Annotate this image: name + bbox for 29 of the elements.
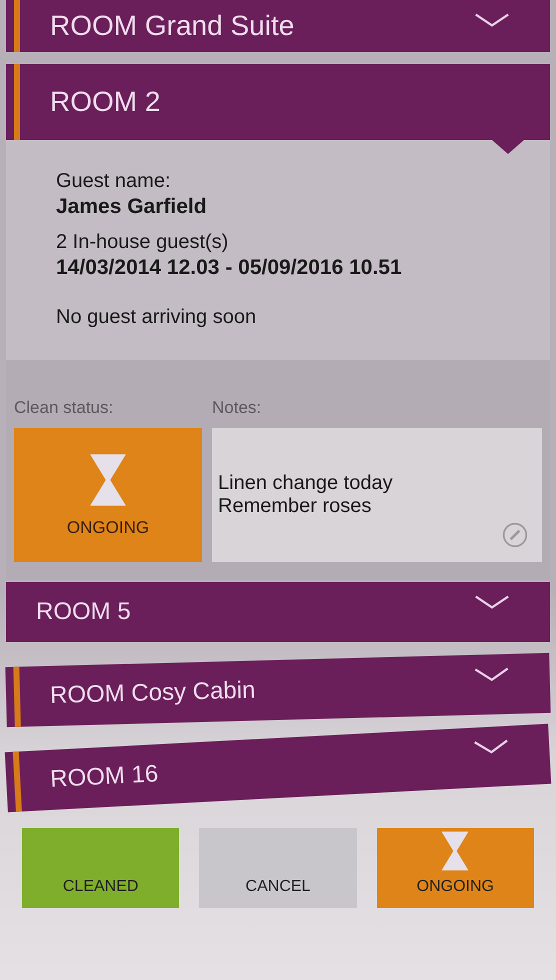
edit-icon[interactable]	[502, 522, 528, 548]
arrival-info: No guest arriving soon	[56, 306, 258, 329]
guest-name: James Garfield	[56, 195, 208, 219]
action-button[interactable]: CLEANED	[22, 828, 180, 908]
chevron-down-icon	[474, 594, 510, 610]
action-button[interactable]: CANCEL	[199, 828, 357, 908]
room-title: ROOM Grand Suite	[50, 10, 294, 42]
room-header[interactable]: ROOM 5	[6, 582, 550, 642]
stay-dates: 14/03/2014 12.03 - 05/09/2016 10.51	[56, 256, 403, 280]
room-header[interactable]: ROOM Grand Suite	[6, 0, 550, 52]
clean-status-button[interactable]: ONGOING	[14, 428, 202, 562]
guest-label: Guest name:	[56, 170, 172, 193]
room-title: ROOM 16	[50, 760, 159, 794]
clean-status-label: Clean status:	[14, 398, 114, 418]
note-line: Linen change today	[218, 472, 393, 495]
room-title: ROOM 5	[36, 598, 131, 626]
action-button[interactable]: ONGOING	[376, 828, 534, 908]
room-header[interactable]: ROOM 2	[6, 64, 550, 140]
chevron-down-icon	[472, 738, 510, 756]
note-line: Remember roses	[218, 495, 372, 518]
guest-count: 2 In-house guest(s)	[56, 231, 230, 254]
chevron-down-icon	[474, 12, 510, 28]
room-title: ROOM Cosy Cabin	[50, 676, 256, 710]
room-header[interactable]: ROOM 16	[4, 724, 552, 812]
chevron-down-icon	[473, 666, 510, 683]
room-title: ROOM 2	[50, 86, 160, 118]
room-header[interactable]: ROOM Cosy Cabin	[5, 652, 551, 728]
pointer-notch	[492, 140, 524, 154]
notes-label: Notes:	[212, 398, 262, 418]
